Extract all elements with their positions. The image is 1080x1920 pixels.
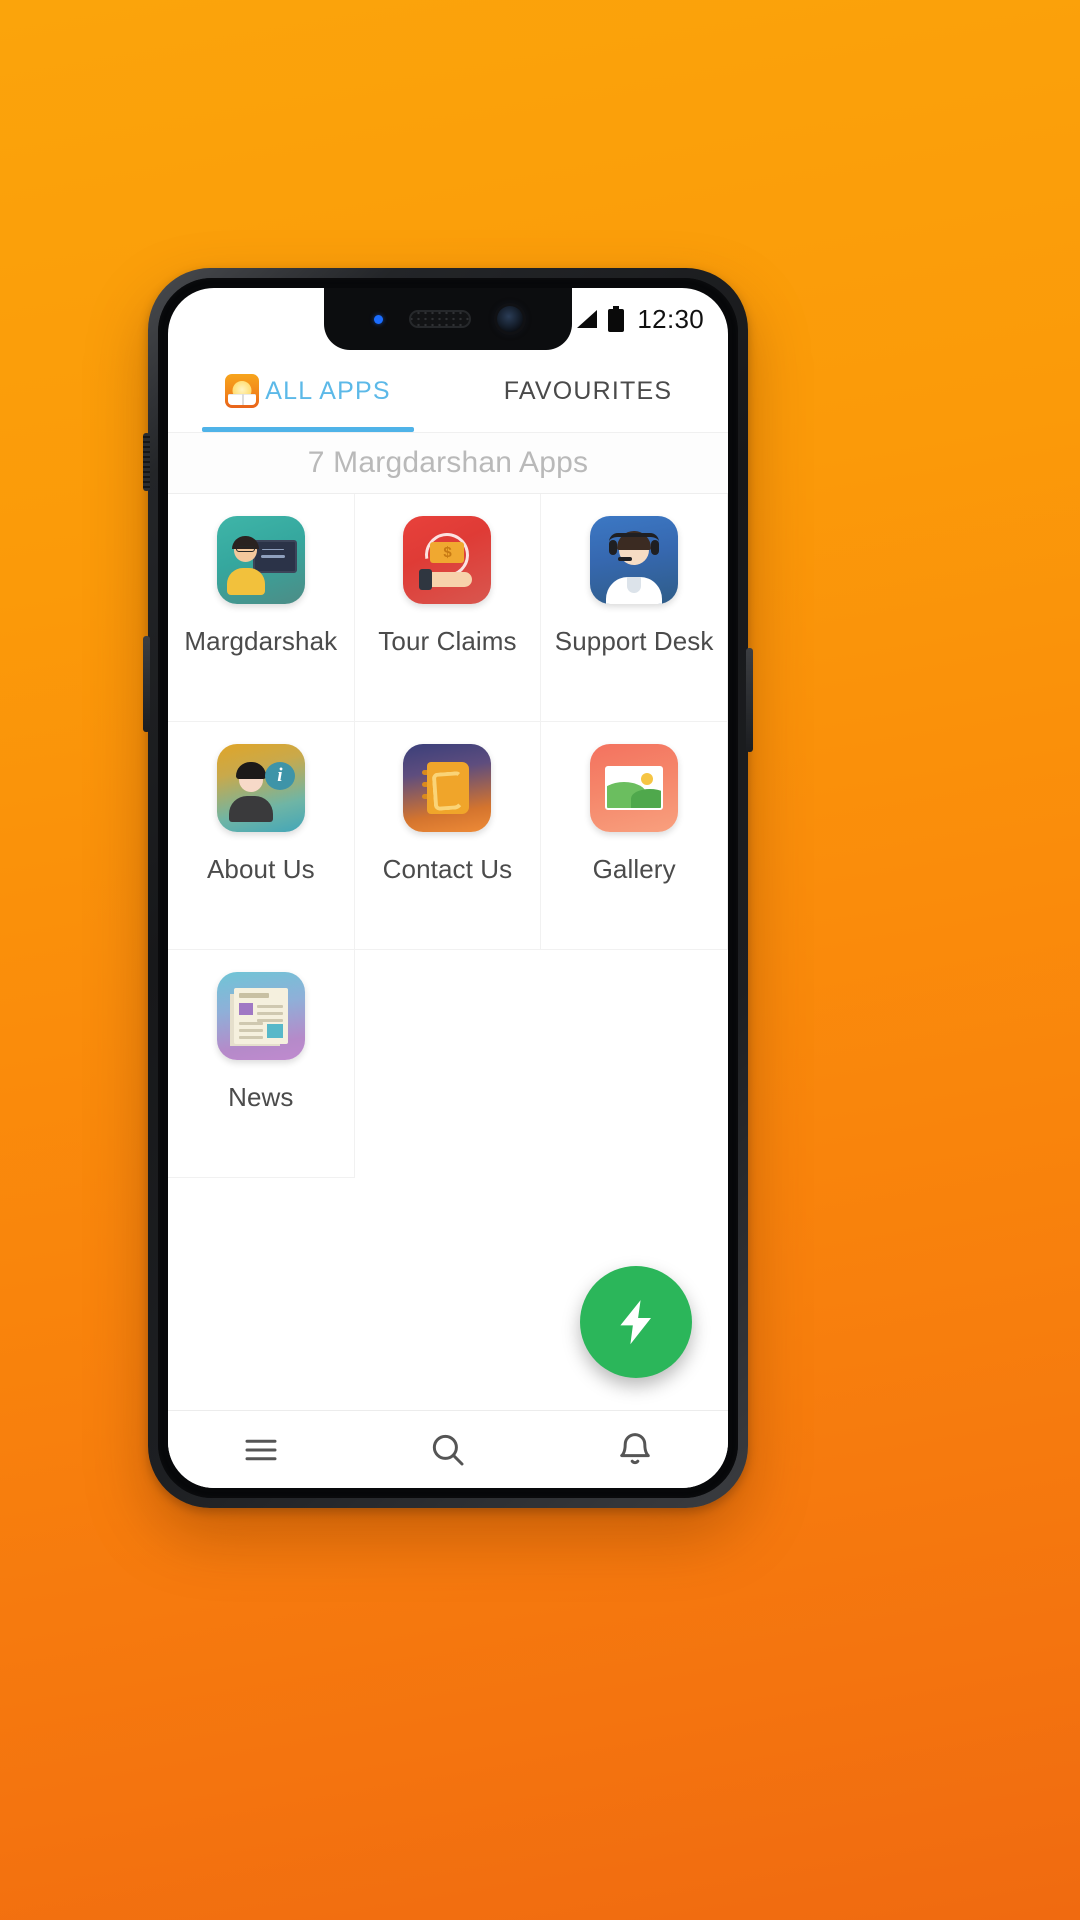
phone-book-icon	[403, 744, 492, 832]
tab-all-apps[interactable]: ALL APPS	[168, 350, 448, 432]
app-tile-tour-claims[interactable]: Tour Claims	[354, 494, 542, 722]
tab-favourites-label: FAVOURITES	[503, 376, 673, 405]
app-tile-news[interactable]: News	[168, 950, 355, 1178]
tab-bar: ALL APPS FAVOURITES	[168, 350, 728, 432]
app-label: Margdarshak	[184, 626, 338, 656]
app-label: About Us	[206, 854, 315, 884]
lightning-bolt-icon	[620, 1300, 651, 1345]
hand-money-icon	[403, 516, 492, 604]
nav-notifications-button[interactable]	[541, 1429, 728, 1471]
phone-device-frame: 12:30 ALL APPS FAVOURITES 7 Margdarshan …	[143, 268, 753, 1508]
notification-led-icon	[373, 314, 383, 324]
app-grid-empty-cell	[541, 950, 728, 1178]
nav-search-button[interactable]	[355, 1429, 542, 1471]
app-label: Gallery	[592, 854, 676, 884]
nav-menu-button[interactable]	[168, 1429, 355, 1471]
app-tile-contact-us[interactable]: Contact Us	[354, 722, 542, 950]
app-label: Support Desk	[554, 626, 714, 656]
earpiece-speaker-icon	[408, 310, 471, 328]
bell-icon	[619, 1432, 650, 1464]
tab-all-apps-label: ALL APPS	[265, 376, 391, 405]
app-tile-support-desk[interactable]: Support Desk	[541, 494, 728, 722]
quick-action-fab-button[interactable]	[580, 1266, 692, 1378]
margdarshan-logo-icon	[225, 374, 260, 408]
power-key[interactable]	[746, 648, 753, 752]
status-bar-clock: 12:30	[637, 303, 704, 334]
app-label: Contact Us	[382, 854, 513, 884]
apps-count-text: 7 Margdarshan Apps	[307, 446, 589, 479]
phone-screen: 12:30 ALL APPS FAVOURITES 7 Margdarshan …	[168, 288, 728, 1488]
apps-count-header: 7 Margdarshan Apps	[168, 432, 728, 494]
teacher-blackboard-icon	[216, 516, 305, 604]
hamburger-menu-icon	[245, 1439, 277, 1460]
cellular-signal-icon	[573, 307, 599, 331]
display-notch	[324, 288, 572, 350]
app-tile-margdarshak[interactable]: Margdarshak	[168, 494, 355, 722]
app-label: Tour Claims	[378, 626, 517, 656]
photo-landscape-icon	[590, 744, 679, 832]
app-tile-about-us[interactable]: About Us	[168, 722, 355, 950]
search-icon	[432, 1434, 464, 1465]
app-grid-empty-cell	[355, 950, 542, 1178]
bottom-navigation-bar	[168, 1410, 728, 1488]
volume-key[interactable]	[143, 636, 150, 732]
newspaper-icon	[216, 972, 305, 1060]
phone-bezel: 12:30 ALL APPS FAVOURITES 7 Margdarshan …	[158, 278, 738, 1498]
alert-slider-key[interactable]	[143, 433, 150, 491]
person-info-icon	[216, 744, 305, 832]
battery-full-icon	[607, 306, 625, 332]
headset-agent-icon	[590, 516, 679, 604]
app-tile-gallery[interactable]: Gallery	[541, 722, 728, 950]
app-label: News	[228, 1082, 294, 1112]
tab-favourites[interactable]: FAVOURITES	[448, 350, 728, 432]
front-camera-icon	[496, 306, 523, 332]
